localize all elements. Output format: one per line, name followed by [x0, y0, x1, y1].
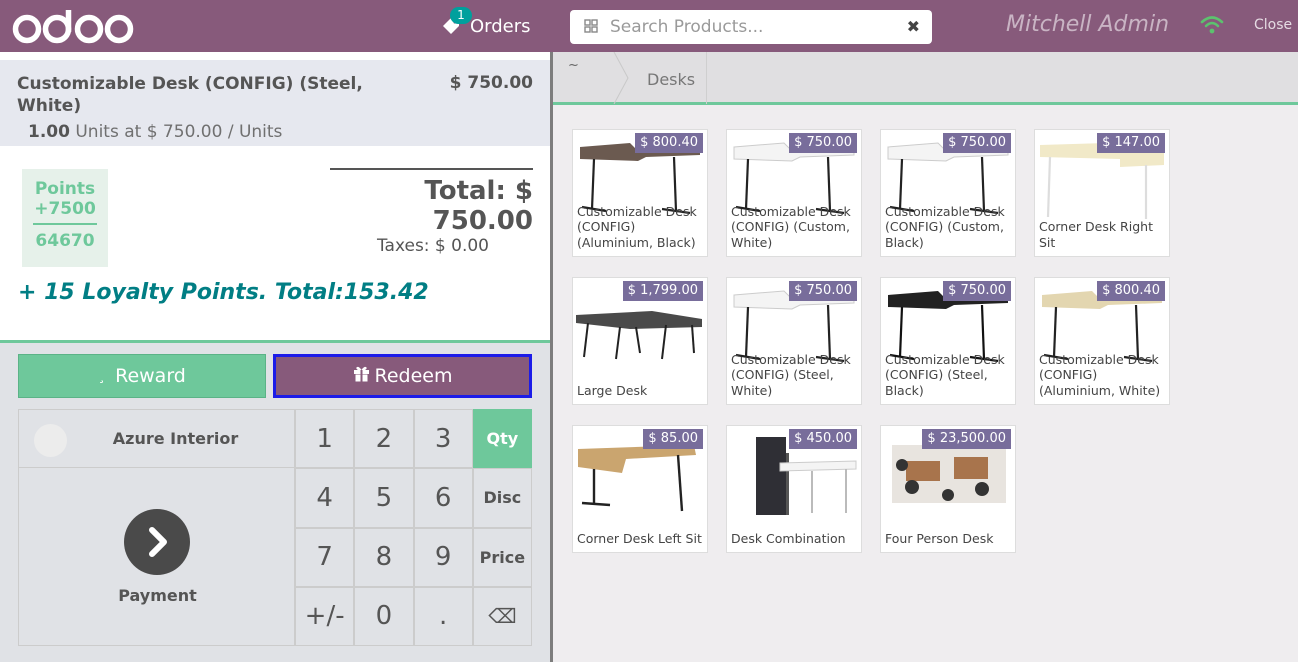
numpad-key-dot[interactable]: . [413, 586, 473, 646]
breadcrumb-end-divider [706, 52, 707, 104]
payment-button[interactable]: Payment [18, 468, 295, 646]
product-name: Corner Desk Right Sit [1039, 219, 1153, 250]
product-card[interactable]: $ 750.00 Customizable Desk (CONFIG) (Cust… [880, 129, 1016, 257]
product-price-badge: $ 750.00 [943, 281, 1011, 301]
product-price-badge: $ 450.00 [789, 429, 857, 449]
odoo-logo [12, 10, 134, 44]
product-name: Customizable Desk (CONFIG) (Steel, Black… [885, 351, 1005, 398]
order-total: Total: $ 750.00 [424, 176, 533, 236]
product-name: Customizable Desk (CONFIG) (Steel, White… [731, 351, 851, 398]
cashier-name[interactable]: Mitchell Admin [1006, 12, 1169, 37]
orders-count-badge: 1 [450, 7, 472, 24]
numpad: 1 2 3 Qty 4 5 6 Disc 7 8 9 Price +/- 0 .… [295, 409, 532, 646]
numpad-key-3[interactable]: 3 [413, 409, 473, 469]
redeem-button[interactable]: Redeem [273, 354, 532, 398]
points-balance: 64670 [35, 231, 95, 251]
product-card[interactable]: $ 450.00 Desk Combination [726, 425, 862, 553]
header-bar: 1 Orders ✖ Mitchell Admin Close [0, 0, 1298, 52]
order-line-price: $ 750.00 [449, 73, 533, 93]
redeem-label: Redeem [374, 365, 453, 387]
reward-icon: ¸ [98, 368, 106, 384]
product-name: Customizable Desk (CONFIG) (Aluminium, W… [1039, 351, 1161, 398]
gift-icon [353, 365, 370, 387]
numpad-key-5[interactable]: 5 [354, 468, 414, 528]
breadcrumb-separator-icon [613, 52, 629, 104]
product-card[interactable]: $ 800.40 Customizable Desk (CONFIG) (Alum… [572, 129, 708, 257]
close-button[interactable]: Close [1254, 17, 1292, 33]
product-price-badge: $ 750.00 [943, 133, 1011, 153]
breadcrumb: ~ Desks [553, 52, 1298, 105]
mode-disc-button[interactable]: Disc [472, 468, 532, 528]
order-taxes: Taxes: $ 0.00 [376, 236, 489, 256]
product-name: Customizable Desk (CONFIG) (Custom, Blac… [885, 203, 1005, 250]
product-name: Corner Desk Left Sit [577, 530, 702, 546]
orders-label: Orders [470, 15, 531, 37]
reward-label: Reward [115, 365, 186, 387]
mode-price-button[interactable]: Price [472, 527, 532, 587]
wifi-icon [1200, 16, 1224, 34]
order-pane: Customizable Desk (CONFIG) (Steel, White… [0, 52, 550, 662]
product-card[interactable]: $ 85.00 Corner Desk Left Sit [572, 425, 708, 553]
orders-button[interactable]: 1 Orders [440, 7, 531, 40]
order-line-product: Customizable Desk (CONFIG) (Steel, White… [17, 74, 363, 116]
numpad-key-7[interactable]: 7 [295, 527, 355, 587]
product-card[interactable]: $ 800.40 Customizable Desk (CONFIG) (Alum… [1034, 277, 1170, 405]
customer-name: Azure Interior [112, 429, 239, 448]
order-line-qty: 1.00 [28, 122, 70, 142]
product-name: Customizable Desk (CONFIG) (Aluminium, B… [577, 203, 697, 250]
order-line-unit-info: Units at $ 750.00 / Units [75, 122, 283, 142]
product-price-badge: $ 85.00 [643, 429, 703, 449]
numpad-key-4[interactable]: 4 [295, 468, 355, 528]
product-price-badge: $ 1,799.00 [622, 281, 703, 301]
product-name: Desk Combination [731, 530, 846, 546]
pane-divider [550, 52, 553, 662]
reward-button[interactable]: ¸ Reward [18, 354, 266, 398]
backspace-icon[interactable]: ⌫ [472, 586, 532, 646]
breadcrumb-category-desks[interactable]: Desks [647, 70, 695, 89]
search-box: ✖ [570, 10, 932, 44]
numpad-key-0[interactable]: 0 [354, 586, 414, 646]
home-icon[interactable]: ~ [568, 58, 579, 73]
numpad-key-2[interactable]: 2 [354, 409, 414, 469]
loyalty-points-text: + 15 Loyalty Points. Total:153.42 [18, 280, 429, 305]
product-price-badge: $ 800.40 [635, 133, 703, 153]
product-name: Four Person Desk [885, 530, 994, 546]
product-card[interactable]: $ 750.00 Customizable Desk (CONFIG) (Stee… [880, 277, 1016, 405]
points-box: Points +7500 64670 [22, 169, 108, 267]
product-price-badge: $ 800.40 [1097, 281, 1165, 301]
order-summary: Total: $ 750.00 Taxes: $ 0.00 [330, 168, 533, 256]
category-grid-icon [584, 19, 598, 33]
payment-label: Payment [118, 586, 197, 605]
product-card[interactable]: $ 23,500.00 Four Person Desk [880, 425, 1016, 553]
product-price-badge: $ 750.00 [789, 281, 857, 301]
order-line-info: 1.00 Units at $ 750.00 / Units [28, 122, 282, 142]
product-price-badge: $ 147.00 [1097, 133, 1165, 153]
numpad-key-6[interactable]: 6 [413, 468, 473, 528]
product-card[interactable]: $ 750.00 Customizable Desk (CONFIG) (Cust… [726, 129, 862, 257]
product-card[interactable]: $ 750.00 Customizable Desk (CONFIG) (Stee… [726, 277, 862, 405]
product-price-badge: $ 23,500.00 [922, 429, 1011, 449]
product-card[interactable]: $ 147.00 Corner Desk Right Sit [1034, 129, 1170, 257]
numpad-key-1[interactable]: 1 [295, 409, 355, 469]
numpad-key-9[interactable]: 9 [413, 527, 473, 587]
product-price-badge: $ 750.00 [789, 133, 857, 153]
mode-qty-button[interactable]: Qty [472, 409, 532, 469]
product-card[interactable]: $ 1,799.00 Large Desk [572, 277, 708, 405]
points-label: Points [34, 179, 96, 199]
points-gained: +7500 [34, 199, 96, 219]
points-divider [33, 223, 97, 225]
search-input[interactable] [610, 10, 890, 44]
payment-arrow-icon [124, 509, 190, 575]
numpad-key-8[interactable]: 8 [354, 527, 414, 587]
product-name: Customizable Desk (CONFIG) (Custom, Whit… [731, 203, 851, 250]
clear-search-icon[interactable]: ✖ [907, 17, 920, 36]
numpad-key-plus-minus[interactable]: +/- [295, 586, 355, 646]
product-name: Large Desk [577, 382, 648, 398]
ticket-icon: 1 [440, 7, 472, 37]
customer-button[interactable]: Azure Interior [18, 409, 295, 468]
control-panel: ¸ Reward Redeem Azure Interior Payment 1… [0, 340, 550, 662]
order-line[interactable]: Customizable Desk (CONFIG) (Steel, White… [0, 60, 550, 146]
